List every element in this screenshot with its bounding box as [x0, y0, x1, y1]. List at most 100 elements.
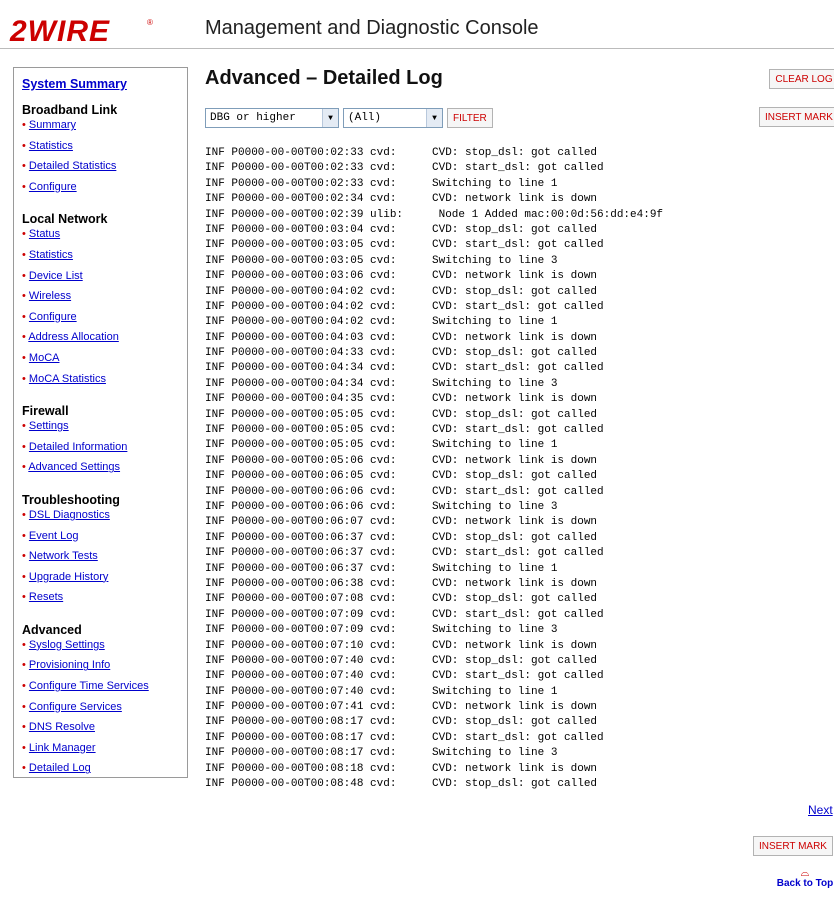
sidebar-link[interactable]: DSL Diagnostics: [29, 509, 110, 521]
log-line: INF P0000-00-00T00:08:17 cvd: CVD: stop_d…: [205, 715, 765, 730]
log-line: INF P0000-00-00T00:03:06 cvd: CVD: networ…: [205, 269, 765, 284]
log-line-message: CVD: stop_dsl: got called: [432, 408, 598, 421]
sidebar-link[interactable]: Detailed Information: [29, 441, 127, 453]
sidebar-item: • DSL Diagnostics: [22, 509, 179, 530]
sidebar-link[interactable]: Advanced Settings: [28, 461, 120, 473]
bullet-icon: •: [22, 591, 29, 604]
sidebar-link[interactable]: Wireless: [29, 290, 71, 302]
sidebar-item: • Wireless: [22, 290, 179, 311]
log-line: INF P0000-00-00T00:05:05 cvd: CVD: stop_d…: [205, 408, 765, 423]
log-line-source: INF P0000-00-00T00:05:05 cvd:: [205, 424, 397, 437]
sidebar-link[interactable]: Statistics: [29, 140, 73, 152]
bullet-icon: •: [22, 638, 29, 651]
sidebar-link[interactable]: Address Allocation: [28, 331, 119, 343]
log-line: INF P0000-00-00T00:07:09 cvd: Switching t…: [205, 623, 765, 638]
log-line-message: Switching to line 3: [432, 254, 558, 267]
sidebar-item: • Settings: [22, 420, 179, 441]
log-line-message: CVD: start_dsl: got called: [432, 731, 604, 744]
bullet-icon: •: [22, 680, 29, 693]
log-line-message: CVD: stop_dsl: got called: [432, 593, 598, 606]
sidebar-link[interactable]: Summary: [29, 119, 76, 131]
log-line-source: INF P0000-00-00T00:04:34 cvd:: [205, 362, 397, 375]
app-title: Management and Diagnostic Console: [205, 17, 539, 39]
log-line-source: INF P0000-00-00T00:06:38 cvd:: [205, 577, 397, 590]
sidebar-link[interactable]: Configure: [29, 311, 77, 323]
log-line-message: CVD: start_dsl: got called: [432, 362, 604, 375]
log-line-source: INF P0000-00-00T00:03:06 cvd:: [205, 270, 397, 283]
log-line-source: INF P0000-00-00T00:02:33 cvd:: [205, 177, 397, 190]
log-line-source: INF P0000-00-00T00:08:17 cvd:: [205, 747, 397, 760]
log-line-source: INF P0000-00-00T00:02:33 cvd:: [205, 147, 397, 159]
dropdown-arrow-icon[interactable]: ▼: [426, 109, 442, 127]
sidebar-link[interactable]: Provisioning Info: [29, 659, 110, 671]
log-category-select[interactable]: (All) ▼: [343, 108, 443, 128]
log-line-source: INF P0000-00-00T00:03:05 cvd:: [205, 254, 397, 267]
log-line-source: INF P0000-00-00T00:04:03 cvd:: [205, 331, 397, 344]
log-line-message: CVD: stop_dsl: got called: [432, 778, 598, 791]
insert-mark-button[interactable]: INSERT MARK: [759, 107, 834, 127]
log-line: INF P0000-00-00T00:06:06 cvd: CVD: start_…: [205, 485, 765, 500]
log-line-source: INF P0000-00-00T00:07:09 cvd:: [205, 624, 397, 637]
sidebar-item: • MoCA: [22, 352, 179, 373]
sidebar-link[interactable]: MoCA: [29, 352, 60, 364]
bullet-icon: •: [22, 700, 29, 713]
log-line: INF P0000-00-00T00:07:40 cvd: Switching t…: [205, 685, 765, 700]
sidebar-item: • Provisioning Info: [22, 659, 179, 680]
bullet-icon: •: [22, 721, 29, 734]
filter-button[interactable]: FILTER: [447, 108, 493, 128]
sidebar-link[interactable]: Device List: [29, 270, 83, 282]
log-line-source: INF P0000-00-00T00:04:35 cvd:: [205, 393, 397, 406]
log-line: INF P0000-00-00T00:02:34 cvd: CVD: networ…: [205, 192, 765, 207]
sidebar-link-system-summary[interactable]: System Summary: [22, 77, 179, 91]
back-to-top-label[interactable]: Back to Top: [775, 878, 834, 889]
sidebar-link[interactable]: Detailed Statistics: [29, 160, 116, 172]
clear-log-button[interactable]: CLEAR LOG: [769, 69, 834, 89]
log-line-message: CVD: network link is down: [432, 331, 598, 344]
sidebar-link[interactable]: Syslog Settings: [29, 639, 105, 651]
dropdown-arrow-icon[interactable]: ▼: [322, 109, 338, 127]
log-line: INF P0000-00-00T00:06:07 cvd: CVD: networ…: [205, 515, 765, 530]
sidebar-link[interactable]: MoCA Statistics: [29, 373, 106, 385]
sidebar-link[interactable]: Network Tests: [29, 550, 98, 562]
sidebar-link[interactable]: Configure: [29, 181, 77, 193]
log-line-source: INF P0000-00-00T00:06:37 cvd:: [205, 531, 397, 544]
log-line-message: Switching to line 3: [432, 377, 558, 390]
log-line-source: INF P0000-00-00T00:03:05 cvd:: [205, 239, 397, 252]
insert-mark-button-bottom[interactable]: INSERT MARK: [753, 836, 833, 856]
sidebar-link[interactable]: Configure Services: [29, 701, 122, 713]
log-line: INF P0000-00-00T00:04:02 cvd: CVD: stop_d…: [205, 285, 765, 300]
sidebar-item: • Summary: [22, 119, 179, 140]
sidebar-link[interactable]: Status: [29, 228, 60, 240]
sidebar-link[interactable]: Configure Time Services: [29, 680, 149, 692]
sidebar-link[interactable]: Upgrade History: [29, 571, 108, 583]
bullet-icon: •: [22, 570, 29, 583]
log-line-source: INF P0000-00-00T00:07:40 cvd:: [205, 654, 397, 667]
back-to-top-link[interactable]: ⌓ Back to Top: [775, 868, 834, 890]
log-level-select[interactable]: DBG or higher ▼: [205, 108, 339, 128]
next-page-link[interactable]: Next: [808, 803, 833, 817]
log-line: INF P0000-00-00T00:02:33 cvd: CVD: stop_d…: [205, 146, 765, 161]
sidebar-item: • Event Log: [22, 530, 179, 551]
sidebar-item: • Detailed Log: [22, 762, 179, 783]
log-line: INF P0000-00-00T00:07:40 cvd: CVD: start_…: [205, 669, 765, 684]
sidebar-link[interactable]: Event Log: [29, 530, 79, 542]
log-line-message: CVD: network link is down: [432, 701, 598, 714]
sidebar-section-title: Broadband Link: [22, 103, 118, 117]
log-line: INF P0000-00-00T00:07:41 cvd: CVD: networ…: [205, 700, 765, 715]
sidebar-link[interactable]: Statistics: [29, 249, 73, 261]
sidebar-item: • Status: [22, 228, 179, 249]
sidebar-link[interactable]: Detailed Log: [29, 762, 91, 774]
bullet-icon: •: [22, 180, 29, 193]
sidebar-link[interactable]: Resets: [29, 591, 63, 603]
svg-text:2WIRE: 2WIRE: [9, 15, 110, 48]
log-line: INF P0000-00-00T00:06:37 cvd: CVD: start_…: [205, 546, 765, 561]
sidebar-link[interactable]: Link Manager: [29, 742, 96, 754]
sidebar-section-list: • Summary • Statistics • Detailed Statisti…: [22, 119, 179, 201]
back-to-top-icon[interactable]: ⌓: [775, 868, 834, 879]
sidebar-link[interactable]: DNS Resolve: [29, 721, 95, 733]
brand-logo: 2WIRE ®: [8, 14, 168, 48]
sidebar-item: • Configure: [22, 311, 179, 332]
sidebar-section-list: • Syslog Settings • Provisioning Info • Co…: [22, 639, 179, 783]
log-line: INF P0000-00-00T00:05:06 cvd: CVD: networ…: [205, 454, 765, 469]
sidebar-link[interactable]: Settings: [29, 420, 69, 432]
